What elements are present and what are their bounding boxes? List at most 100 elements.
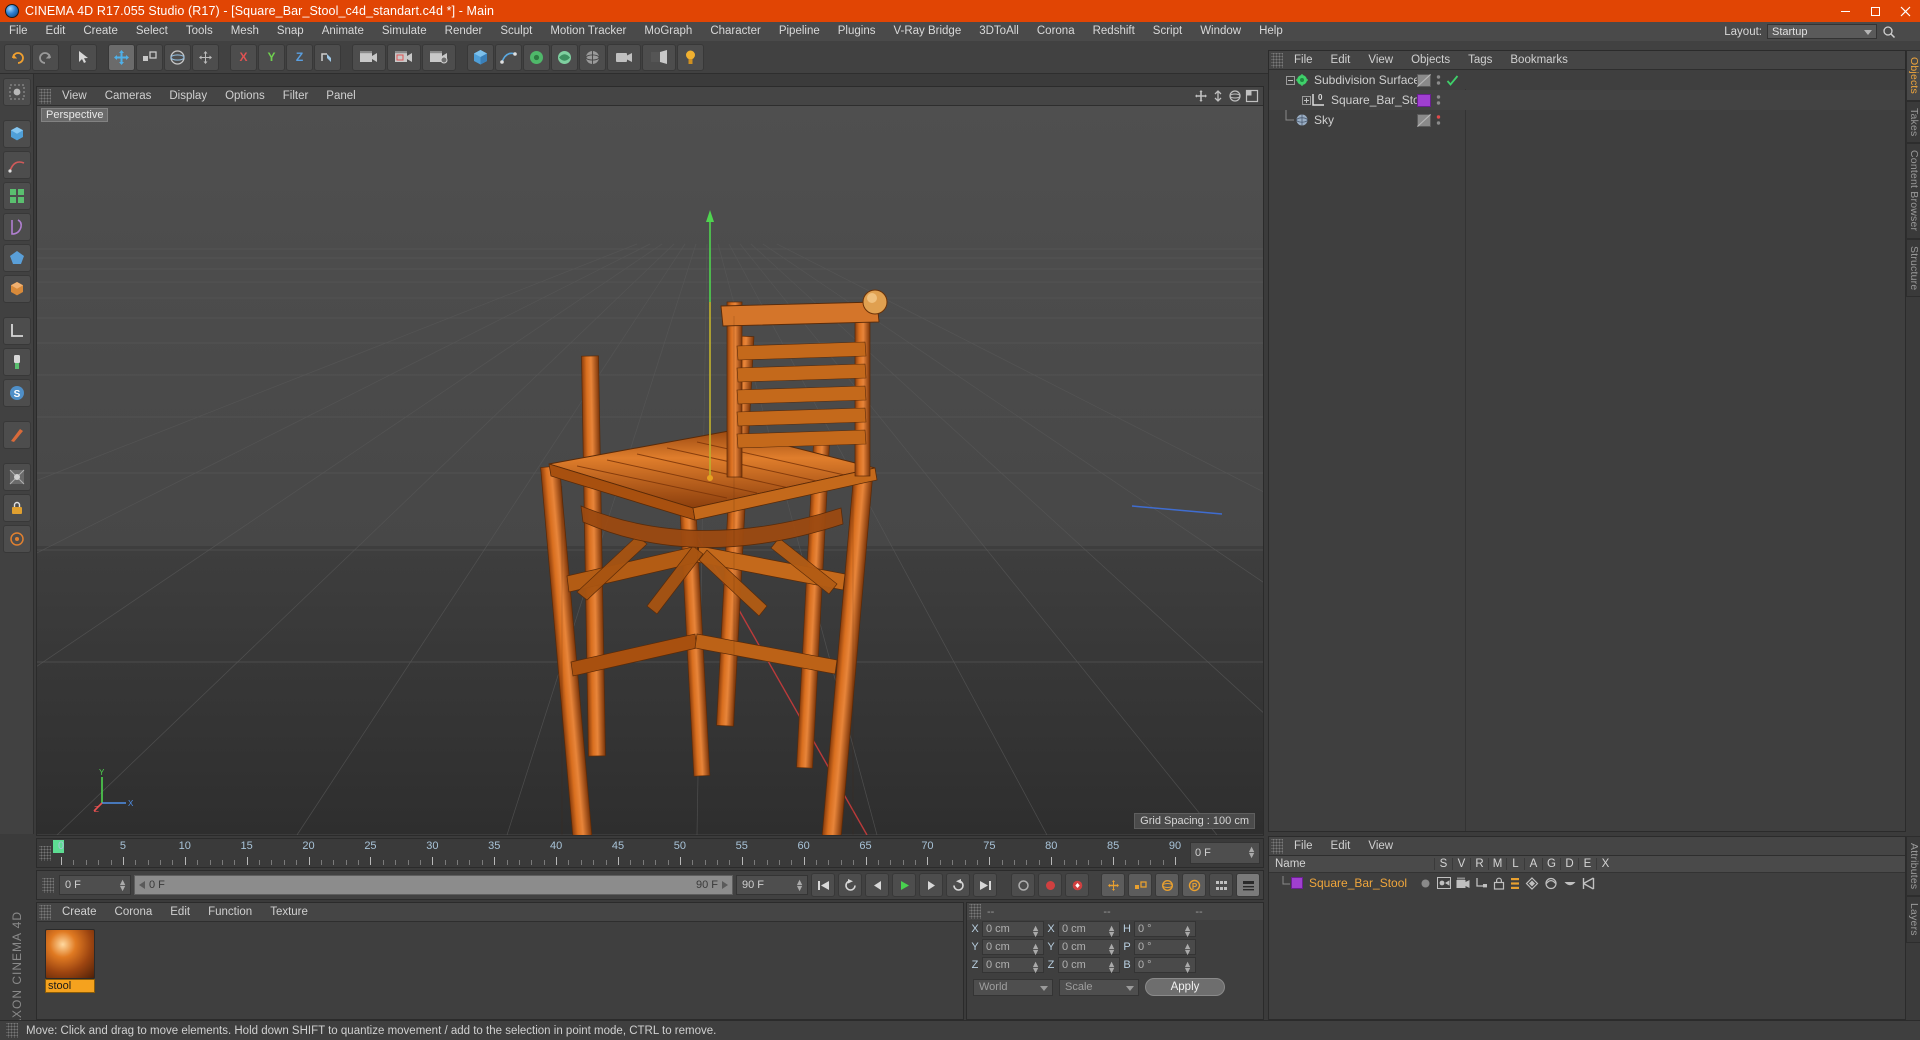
- tag-dots-icon[interactable]: [1436, 74, 1441, 87]
- menu-render[interactable]: Render: [436, 22, 492, 41]
- environment-button[interactable]: [579, 43, 606, 71]
- coord-size-x-field[interactable]: 0 cm ▲ ▼: [1058, 921, 1120, 939]
- render-region-button[interactable]: [387, 43, 421, 71]
- knife-tool-button[interactable]: [2, 421, 31, 449]
- material-item-stool[interactable]: stool: [45, 929, 95, 993]
- axis-tool-button[interactable]: [2, 525, 31, 553]
- sculpt-tool-button[interactable]: S: [2, 379, 31, 407]
- timeline-toggle-button[interactable]: [1236, 873, 1260, 897]
- animation-toggle-icon[interactable]: [1510, 877, 1520, 890]
- solo-toggle-icon[interactable]: [1419, 877, 1432, 890]
- timeline-grip-icon[interactable]: [39, 846, 51, 861]
- move-tool-button[interactable]: [108, 43, 135, 71]
- world-coordinate-button[interactable]: [314, 43, 341, 71]
- zoom-icon[interactable]: [1211, 89, 1225, 103]
- visibility-check-icon[interactable]: [1446, 74, 1459, 87]
- tab-structure[interactable]: Structure: [1906, 238, 1920, 298]
- rotation-key-button[interactable]: [1155, 873, 1179, 897]
- spline-pen-button[interactable]: [495, 43, 522, 71]
- tag-dots-red-icon[interactable]: [1436, 114, 1441, 127]
- timeline-current-frame-field[interactable]: 0 F ▲ ▼: [1190, 842, 1260, 864]
- expression-toggle-icon[interactable]: [1563, 877, 1577, 890]
- maximize-view-icon[interactable]: [1245, 89, 1259, 103]
- column-x[interactable]: X: [1596, 858, 1614, 870]
- expand-icon[interactable]: [1302, 95, 1311, 105]
- paint-tool-button[interactable]: [2, 348, 31, 376]
- lock-x-axis-button[interactable]: X: [230, 43, 257, 71]
- live-selection-button[interactable]: [70, 43, 97, 71]
- coord-pos-z-field[interactable]: 0 cm ▲ ▼: [982, 957, 1044, 975]
- coord-rot-h-field[interactable]: 0 ° ▲ ▼: [1134, 921, 1196, 939]
- coord-pos-y-field[interactable]: 0 cm ▲ ▼: [982, 939, 1044, 957]
- collapse-icon[interactable]: [1286, 75, 1295, 85]
- spinner-icon[interactable]: ▲ ▼: [1107, 924, 1116, 939]
- menu-script[interactable]: Script: [1144, 22, 1191, 41]
- menu-animate[interactable]: Animate: [313, 22, 373, 41]
- spinner-icon[interactable]: ▲ ▼: [1247, 845, 1256, 860]
- object-menu-file[interactable]: File: [1285, 51, 1322, 70]
- column-m[interactable]: M: [1488, 858, 1506, 870]
- coord-pos-x-field[interactable]: 0 cm ▲ ▼: [982, 921, 1044, 939]
- spinner-icon[interactable]: ▲ ▼: [1031, 942, 1040, 957]
- object-row-subdivision-surface[interactable]: Subdivision Surface: [1269, 70, 1905, 90]
- tab-layers[interactable]: Layers: [1906, 896, 1920, 944]
- object-menu-edit[interactable]: Edit: [1322, 51, 1360, 70]
- viewport-menu-panel[interactable]: Panel: [317, 87, 364, 106]
- viewport-menu-display[interactable]: Display: [160, 87, 216, 106]
- tree-expander-cell[interactable]: [1269, 75, 1295, 85]
- deformer-button[interactable]: [551, 43, 578, 71]
- attribute-menu-edit[interactable]: Edit: [1322, 837, 1360, 856]
- poly-tool-button[interactable]: [2, 244, 31, 272]
- column-a[interactable]: A: [1524, 858, 1542, 870]
- orbit-icon[interactable]: [1228, 89, 1242, 103]
- display-tag-icon[interactable]: [1417, 113, 1431, 127]
- scale-tool-button[interactable]: [136, 43, 163, 71]
- coord-system-dropdown[interactable]: World: [973, 978, 1053, 996]
- play-button[interactable]: [892, 873, 916, 897]
- menu-help[interactable]: Help: [1250, 22, 1292, 41]
- deformer-toggle-icon[interactable]: [1544, 877, 1558, 890]
- layer-color-swatch[interactable]: [1291, 877, 1303, 889]
- generator-toggle-icon[interactable]: [1525, 876, 1539, 890]
- render-toggle-icon[interactable]: [1456, 877, 1470, 889]
- panel-grip-icon[interactable]: [1271, 52, 1283, 68]
- display-tag-icon[interactable]: [1417, 73, 1431, 87]
- material-menu-corona[interactable]: Corona: [106, 903, 162, 922]
- menu-mesh[interactable]: Mesh: [222, 22, 268, 41]
- pan-icon[interactable]: [1194, 89, 1208, 103]
- spline-tool-button[interactable]: [2, 151, 31, 179]
- status-grip-icon[interactable]: [6, 1023, 18, 1038]
- tab-takes[interactable]: Takes: [1906, 101, 1920, 144]
- timeline-ruler[interactable]: 0 5 10 15 20 25 30 35 40 45 50 55 60 65 70 75 80 85 90: [53, 839, 1187, 867]
- coord-mode-dropdown[interactable]: Scale: [1059, 978, 1139, 996]
- manager-toggle-icon[interactable]: [1475, 877, 1488, 889]
- menu-edit[interactable]: Edit: [37, 22, 75, 41]
- menu-3dtoall[interactable]: 3DToAll: [970, 22, 1028, 41]
- menu-character[interactable]: Character: [701, 22, 770, 41]
- light-button[interactable]: [642, 43, 676, 71]
- material-menu-texture[interactable]: Texture: [261, 903, 317, 922]
- column-g[interactable]: G: [1542, 858, 1560, 870]
- panel-grip-icon[interactable]: [39, 88, 51, 104]
- menu-simulate[interactable]: Simulate: [373, 22, 436, 41]
- coord-rot-p-field[interactable]: 0 ° ▲ ▼: [1134, 939, 1196, 957]
- scrub-left-arrow-icon[interactable]: [139, 881, 146, 889]
- spinner-icon[interactable]: ▲ ▼: [1031, 924, 1040, 939]
- tab-attributes[interactable]: Attributes: [1906, 836, 1920, 897]
- object-menu-tags[interactable]: Tags: [1459, 51, 1501, 70]
- menu-window[interactable]: Window: [1191, 22, 1250, 41]
- viewport-menu-options[interactable]: Options: [216, 87, 274, 106]
- measure-tool-button[interactable]: [2, 317, 31, 345]
- spinner-icon[interactable]: ▲ ▼: [118, 878, 127, 893]
- tab-content-browser[interactable]: Content Browser: [1906, 143, 1920, 239]
- viewport-menu-view[interactable]: View: [53, 87, 96, 106]
- spinner-icon[interactable]: ▲ ▼: [1183, 942, 1192, 957]
- column-d[interactable]: D: [1560, 858, 1578, 870]
- box-tool-button[interactable]: [2, 275, 31, 303]
- menu-corona[interactable]: Corona: [1028, 22, 1084, 41]
- undo-button[interactable]: [4, 43, 31, 71]
- object-menu-view[interactable]: View: [1359, 51, 1402, 70]
- object-menu-objects[interactable]: Objects: [1402, 51, 1459, 70]
- spinner-icon[interactable]: ▲ ▼: [1183, 924, 1192, 939]
- spinner-icon[interactable]: ▲ ▼: [1107, 960, 1116, 975]
